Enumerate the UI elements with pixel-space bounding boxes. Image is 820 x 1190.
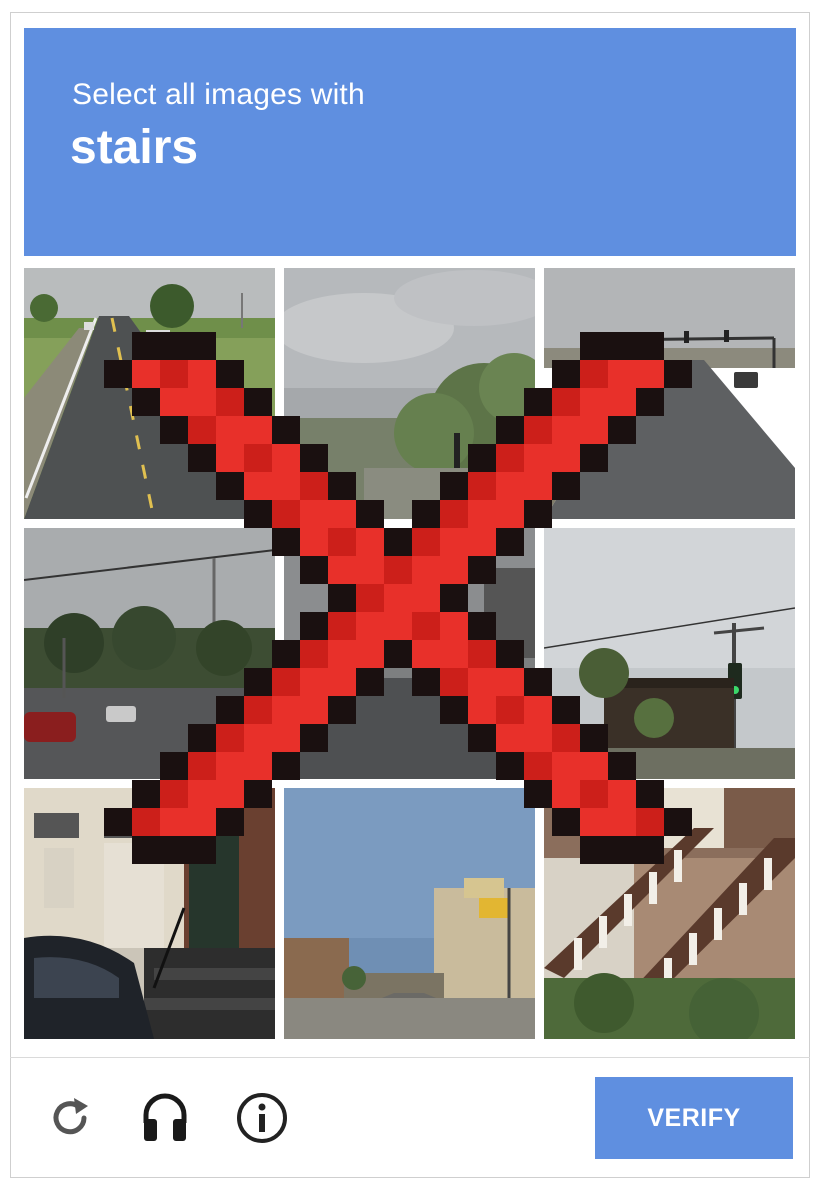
image-tile-6[interactable] [544, 528, 795, 779]
tile-image-doorway-steps [24, 788, 275, 1039]
tile-image-highway [24, 268, 275, 519]
tile-image-town-street [284, 788, 535, 1039]
verify-button[interactable]: VERIFY [595, 1077, 793, 1159]
image-tile-5[interactable] [284, 528, 535, 779]
captcha-header: Select all images with stairs [24, 28, 796, 256]
tile-image-intersection [544, 268, 795, 519]
instruction-text: Select all images with [72, 78, 365, 111]
headphones-icon [143, 1093, 187, 1141]
image-tile-4[interactable] [24, 528, 275, 779]
image-tile-8[interactable] [284, 788, 535, 1039]
footer-divider [10, 1057, 810, 1058]
audio-challenge-button[interactable] [135, 1086, 195, 1146]
info-icon [237, 1093, 287, 1143]
image-tile-7[interactable] [24, 788, 275, 1039]
tile-image-sky-tree [284, 268, 535, 519]
help-button[interactable] [232, 1088, 292, 1148]
tile-image-building-traffic-light [544, 528, 795, 779]
tile-image-porch-stairs [544, 788, 795, 1039]
image-tile-9[interactable] [544, 788, 795, 1039]
tile-image-road-surface [284, 528, 535, 779]
image-grid [24, 268, 796, 1040]
tile-image-street-power-lines [24, 528, 275, 779]
target-object-text: stairs [70, 121, 199, 174]
image-tile-3[interactable] [544, 268, 795, 519]
image-tile-1[interactable] [24, 268, 275, 519]
reload-button[interactable] [40, 1088, 100, 1148]
image-tile-2[interactable] [284, 268, 535, 519]
reload-icon [53, 1098, 88, 1135]
